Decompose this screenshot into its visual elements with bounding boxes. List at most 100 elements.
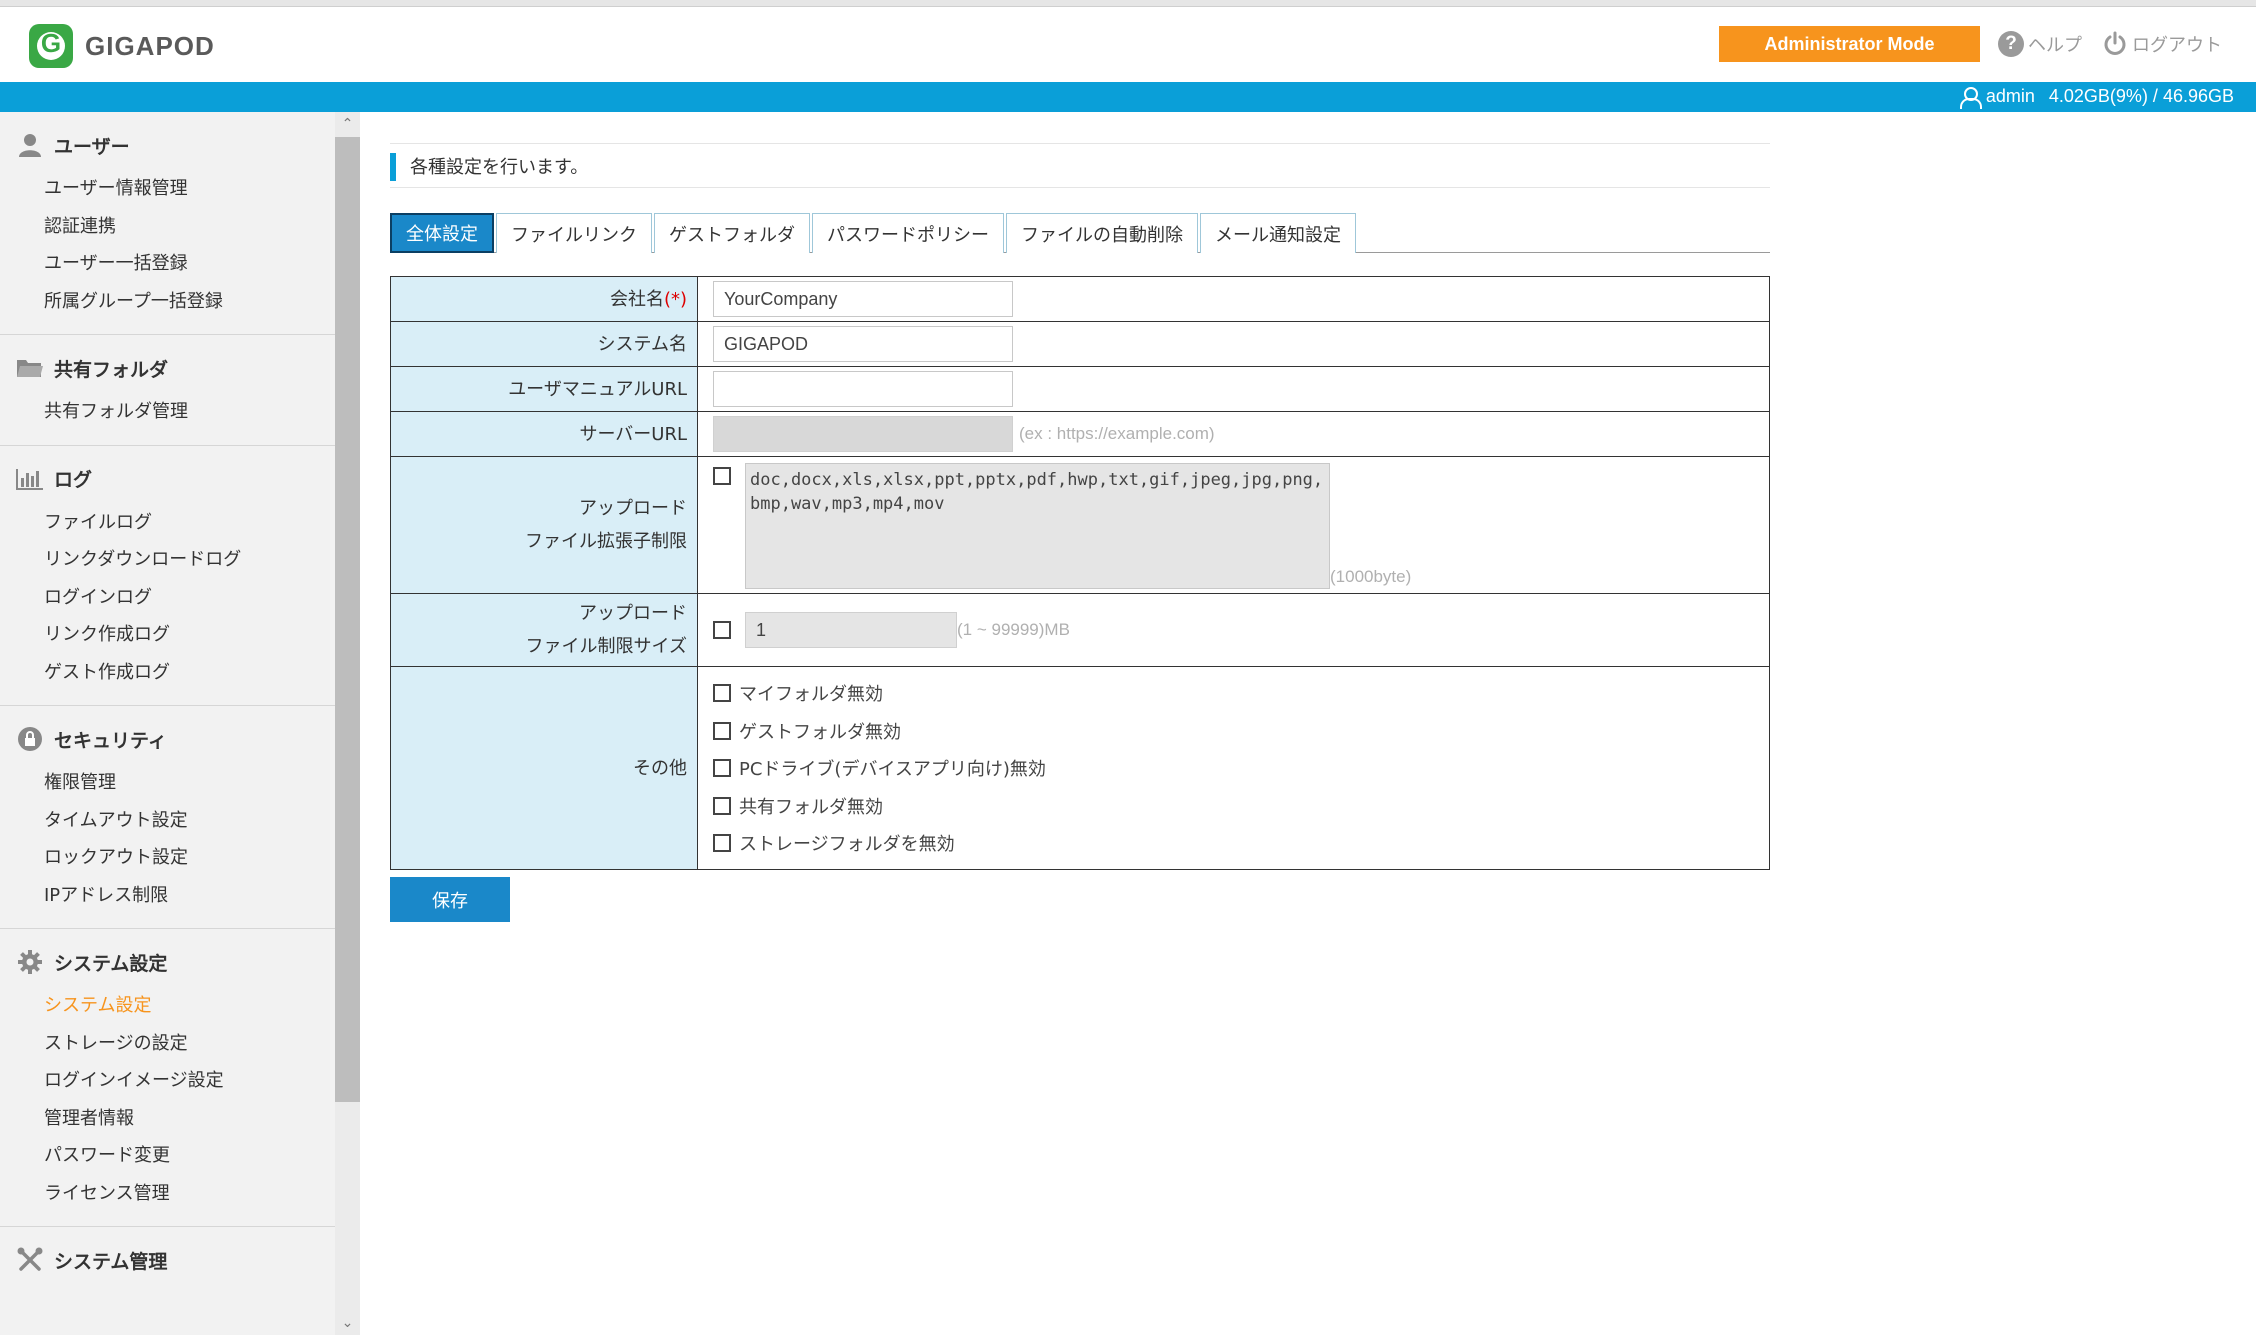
settings-form: 会社名(*) YourCompany システム名 GIGAPOD ユーザマニュア… (390, 276, 1770, 870)
sidebar-item-login-log[interactable]: ログインログ (0, 579, 335, 617)
upload-ext-checkbox[interactable] (713, 467, 731, 485)
option-my-folder-disable[interactable]: マイフォルダ無効 (713, 674, 883, 712)
tab-password-policy[interactable]: パスワードポリシー (812, 213, 1004, 253)
tab-mail-notify[interactable]: メール通知設定 (1200, 213, 1356, 253)
tools-icon (16, 1247, 44, 1272)
notice-text: 各種設定を行います。 (410, 157, 589, 178)
option-checkbox[interactable] (713, 759, 731, 777)
sidebar-heading-system-admin[interactable]: システム管理 (0, 1245, 335, 1275)
sidebar-heading-label: システム設定 (54, 952, 168, 975)
option-storage-folder-disable[interactable]: ストレージフォルダを無効 (713, 824, 955, 862)
row-upload-size: アップロード ファイル制限サイズ 1 (1 ~ 99999)MB (391, 594, 1769, 667)
status-bar: admin 4.02GB(9%) / 46.96GB (0, 82, 2256, 112)
logout-link[interactable]: ログアウト (2102, 31, 2222, 57)
sidebar-item-file-log[interactable]: ファイルログ (0, 504, 335, 542)
sidebar-item-user-bulk[interactable]: ユーザー一括登録 (0, 245, 335, 283)
user-icon (16, 133, 44, 157)
option-checkbox[interactable] (713, 721, 731, 740)
upload-ext-label-line2: ファイル拡張子制限 (525, 531, 687, 552)
sidebar-item-system-settings[interactable]: システム設定 (0, 987, 335, 1025)
sidebar-item-shared-folder-manage[interactable]: 共有フォルダ管理 (0, 393, 335, 431)
sidebar-section-system-settings: システム設定 システム設定 ストレージの設定 ログインイメージ設定 管理者情報 … (0, 929, 335, 1227)
sidebar-item-ip-restrict[interactable]: IPアドレス制限 (0, 877, 335, 915)
logo[interactable]: GIGAPOD (29, 24, 215, 68)
sidebar-section-shared-folder: 共有フォルダ 共有フォルダ管理 (0, 335, 335, 446)
scrollbar-thumb[interactable] (335, 137, 360, 1102)
sidebar-section-user: ユーザー ユーザー情報管理 認証連携 ユーザー一括登録 所属グループ一括登録 (0, 112, 335, 335)
sidebar-item-timeout[interactable]: タイムアウト設定 (0, 802, 335, 840)
required-mark: (*) (663, 288, 687, 310)
help-icon: ? (1998, 31, 2024, 57)
sidebar-item-admin-info[interactable]: 管理者情報 (0, 1100, 335, 1138)
sidebar-section-security: セキュリティ 権限管理 タイムアウト設定 ロックアウト設定 IPアドレス制限 (0, 706, 335, 929)
upload-ext-textarea[interactable]: doc,docx,xls,xlsx,ppt,pptx,pdf,hwp,txt,g… (745, 463, 1330, 589)
help-link[interactable]: ? ヘルプ (1998, 31, 2082, 57)
upload-ext-label: アップロード ファイル拡張子制限 (391, 457, 698, 593)
upload-size-input[interactable]: 1 (745, 612, 957, 648)
tab-auto-delete[interactable]: ファイルの自動削除 (1006, 213, 1198, 253)
sidebar-item-user-info[interactable]: ユーザー情報管理 (0, 170, 335, 208)
sidebar-heading-security[interactable]: セキュリティ (0, 724, 335, 754)
tab-general[interactable]: 全体設定 (390, 213, 494, 253)
gigapod-logo-icon (29, 24, 73, 68)
username: admin (1985, 86, 2035, 106)
server-url-hint: (ex : https://example.com) (1019, 424, 1215, 443)
sidebar-item-link-download-log[interactable]: リンクダウンロードログ (0, 541, 335, 579)
row-company: 会社名(*) YourCompany (391, 277, 1769, 322)
notice-accent-bar (390, 153, 396, 181)
folder-icon (16, 356, 44, 380)
row-manual-url: ユーザマニュアルURL (391, 367, 1769, 412)
server-url-input[interactable] (713, 416, 1013, 452)
upload-size-label-line2: ファイル制限サイズ (525, 636, 687, 657)
sidebar-heading-system-settings[interactable]: システム設定 (0, 947, 335, 977)
option-label: PCドライブ(デバイスアプリ向け)無効 (739, 759, 1046, 780)
option-guest-folder-disable[interactable]: ゲストフォルダ無効 (713, 712, 901, 750)
system-name-label: システム名 (391, 322, 698, 366)
option-label: 共有フォルダ無効 (739, 796, 883, 818)
save-button[interactable]: 保存 (390, 877, 510, 922)
settings-tabs: 全体設定 ファイルリンク ゲストフォルダ パスワードポリシー ファイルの自動削除… (390, 213, 1770, 253)
sidebar-item-password-change[interactable]: パスワード変更 (0, 1137, 335, 1175)
sidebar-item-group-bulk[interactable]: 所属グループ一括登録 (0, 283, 335, 321)
upload-ext-hint: (1000byte) (1330, 567, 1412, 586)
sidebar-item-permission[interactable]: 権限管理 (0, 764, 335, 802)
administrator-mode-button[interactable]: Administrator Mode (1719, 26, 1980, 62)
gear-icon (16, 950, 44, 974)
sidebar-item-lockout[interactable]: ロックアウト設定 (0, 839, 335, 877)
tab-file-link[interactable]: ファイルリンク (496, 213, 652, 253)
storage-usage: 4.02GB(9%) / 46.96GB (2048, 86, 2234, 106)
server-url-label: サーバーURL (391, 412, 698, 456)
tab-guest-folder[interactable]: ゲストフォルダ (654, 213, 810, 253)
option-shared-folder-disable[interactable]: 共有フォルダ無効 (713, 787, 883, 825)
scroll-up-icon[interactable]: ⌃ (335, 112, 360, 136)
user-info: admin 4.02GB(9%) / 46.96GB (1959, 86, 2234, 109)
upload-size-checkbox[interactable] (713, 621, 731, 639)
company-name-input[interactable]: YourCompany (713, 281, 1013, 317)
sidebar-item-link-create-log[interactable]: リンク作成ログ (0, 616, 335, 654)
system-name-input[interactable]: GIGAPOD (713, 326, 1013, 362)
sidebar-item-license[interactable]: ライセンス管理 (0, 1175, 335, 1213)
logo-text: GIGAPOD (85, 30, 215, 61)
sidebar-heading-shared-folder[interactable]: 共有フォルダ (0, 353, 335, 383)
sidebar-item-guest-create-log[interactable]: ゲスト作成ログ (0, 654, 335, 692)
user-icon (1959, 86, 1982, 109)
scroll-down-icon[interactable]: ⌄ (335, 1311, 360, 1335)
sidebar-heading-label: ログ (54, 469, 93, 491)
option-checkbox[interactable] (713, 834, 731, 852)
sidebar-item-auth-link[interactable]: 認証連携 (0, 208, 335, 246)
sidebar-item-storage-settings[interactable]: ストレージの設定 (0, 1025, 335, 1063)
option-checkbox[interactable] (713, 796, 731, 815)
upload-size-label: アップロード ファイル制限サイズ (391, 594, 698, 666)
other-label: その他 (391, 667, 698, 869)
option-checkbox[interactable] (713, 684, 731, 702)
sidebar-heading-log[interactable]: ログ (0, 464, 335, 494)
option-label: ストレージフォルダを無効 (739, 834, 955, 855)
sidebar-item-login-image[interactable]: ログインイメージ設定 (0, 1062, 335, 1100)
sidebar-heading-user[interactable]: ユーザー (0, 130, 335, 160)
row-upload-ext: アップロード ファイル拡張子制限 doc,docx,xls,xlsx,ppt,p… (391, 457, 1769, 594)
company-label-text: 会社名 (609, 288, 664, 310)
option-pc-drive-disable[interactable]: PCドライブ(デバイスアプリ向け)無効 (713, 749, 1046, 787)
company-label: 会社名(*) (391, 277, 698, 321)
manual-url-input[interactable] (713, 371, 1013, 407)
sidebar-scrollbar[interactable]: ⌃ ⌄ (335, 112, 360, 1335)
